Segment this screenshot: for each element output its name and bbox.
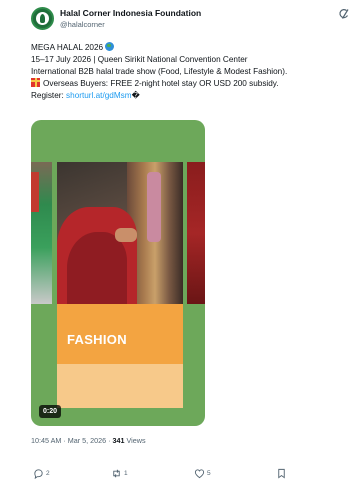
avatar[interactable] [31, 7, 54, 30]
fashion-photo [57, 162, 183, 304]
carousel-slide-previous [31, 162, 52, 304]
repost-button[interactable]: 1 [111, 467, 128, 479]
reply-icon [34, 468, 43, 479]
tweet-header: Halal Corner Indonesia Foundation @halal… [0, 0, 357, 40]
tweet-line-description: International B2B halal trade show (Food… [31, 67, 288, 76]
video-player[interactable]: FASHION 0:20 [31, 120, 205, 426]
author-name[interactable]: Halal Corner Indonesia Foundation [60, 8, 201, 18]
views-count: 341 [112, 436, 125, 445]
like-button[interactable]: 5 [194, 467, 211, 479]
bookmark-icon [278, 468, 285, 479]
views-label: Views [126, 436, 146, 445]
tweet-meta: 10:45 AM · Mar 5, 2026 · 341 Views [31, 436, 146, 445]
globe-icon [105, 42, 115, 51]
tweet-line-register: Register: shorturl.at/gdMsm� [31, 91, 140, 100]
grok-icon[interactable] [338, 8, 350, 20]
action-bar: 2 1 5 [31, 467, 331, 479]
slide-footer-strip [57, 364, 183, 408]
repost-count: 1 [124, 469, 128, 477]
author-handle[interactable]: @halalcorner [60, 20, 105, 29]
tweet-text: MEGA HALAL 2026 15–17 July 2026 | Queen … [31, 42, 355, 102]
like-icon [194, 468, 205, 478]
like-count: 5 [207, 469, 211, 477]
reply-count: 2 [46, 469, 50, 477]
repost-icon [113, 469, 120, 477]
tweet-line-offer: Overseas Buyers: FREE 2-night hotel stay… [31, 78, 355, 90]
tweet-line-title: MEGA HALAL 2026 [31, 42, 355, 54]
bookmark-button[interactable] [276, 467, 287, 479]
video-duration-badge: 0:20 [39, 405, 62, 418]
tweet-line-dates: 15–17 July 2026 | Queen Sirikit National… [31, 55, 248, 64]
reply-button[interactable]: 2 [33, 467, 50, 479]
fashion-panel: FASHION [57, 304, 183, 364]
carousel-slide-next [187, 162, 205, 304]
register-link[interactable]: shorturl.at/gdMsm [66, 91, 132, 100]
timestamp[interactable]: 10:45 AM · Mar 5, 2026 · [31, 436, 111, 445]
fashion-caption: FASHION [67, 332, 127, 347]
gift-icon [31, 78, 40, 87]
